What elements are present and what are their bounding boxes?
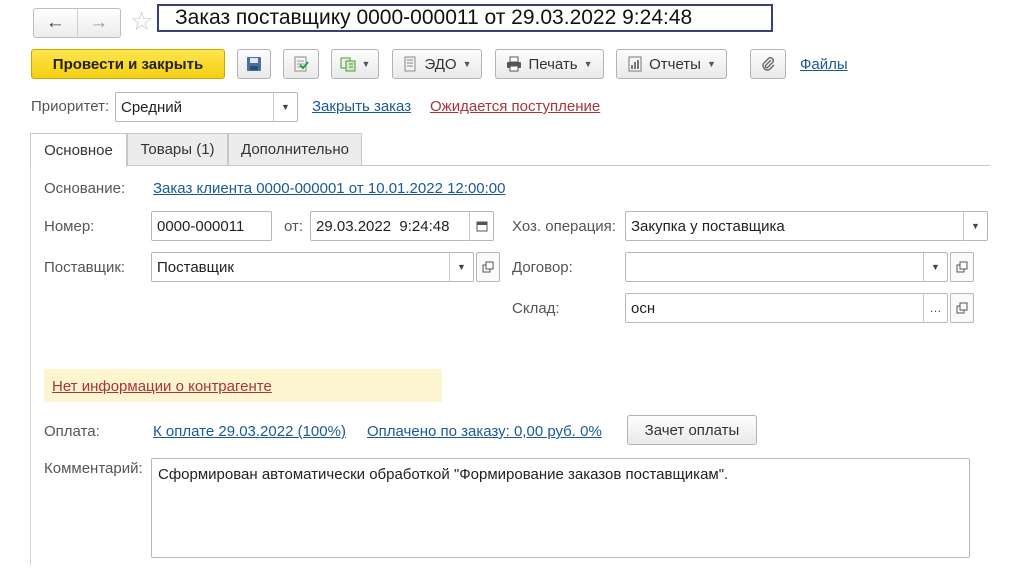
status-link[interactable]: Ожидается поступление (430, 98, 600, 115)
paid-link[interactable]: Оплачено по заказу: 0,00 руб. 0% (367, 423, 602, 440)
supplier-select[interactable]: Поставщик ▼ (151, 252, 474, 282)
warning-banner: Нет информации о контрагенте (44, 369, 442, 402)
warehouse-open-button[interactable] (950, 293, 974, 323)
chevron-down-icon[interactable]: ▼ (963, 211, 987, 241)
star-icon[interactable]: ☆ (130, 6, 153, 36)
print-button[interactable]: Печать ▼ (495, 49, 604, 79)
chevron-down-icon: ▼ (361, 59, 371, 69)
print-label: Печать (528, 55, 578, 73)
no-info-link[interactable]: Нет информации о контрагенте (52, 378, 272, 395)
open-icon (956, 261, 968, 273)
contract-open-button[interactable] (950, 252, 974, 282)
tab-divider (30, 165, 990, 166)
tab-main[interactable]: Основное (30, 133, 127, 167)
post-button[interactable] (283, 49, 319, 79)
basis-label: Основание: (44, 180, 126, 197)
chevron-down-icon[interactable]: ▼ (273, 92, 297, 122)
priority-value: Средний (121, 98, 182, 116)
paperclip-icon (762, 57, 775, 71)
report-icon (628, 56, 642, 72)
edo-label: ЭДО (424, 55, 457, 73)
priority-select[interactable]: Средний ▼ (115, 92, 298, 122)
comment-value: Сформирован автоматически обработкой "Фо… (158, 466, 729, 483)
comment-label: Комментарий: (44, 460, 143, 477)
window-title: Заказ поставщику 0000-000011 от 29.03.20… (157, 4, 773, 32)
number-value: 0000-000011 (157, 217, 245, 235)
number-field[interactable]: 0000-000011 (151, 211, 272, 241)
contract-label: Договор: (512, 259, 573, 276)
post-and-close-button[interactable]: Провести и закрыть (31, 49, 225, 79)
reports-button[interactable]: Отчеты ▼ (616, 49, 727, 79)
arrow-left-icon: ← (45, 12, 65, 33)
offset-payment-button[interactable]: Зачет оплаты (627, 415, 757, 445)
printer-icon (507, 56, 522, 72)
edo-button[interactable]: ЭДО ▼ (392, 49, 482, 79)
post-document-icon (294, 56, 309, 72)
close-order-link[interactable]: Закрыть заказ (312, 98, 411, 115)
payment-label: Оплата: (44, 423, 100, 440)
files-link[interactable]: Файлы (800, 56, 848, 73)
attach-button[interactable] (750, 49, 786, 79)
tab-goods[interactable]: Товары (1) (127, 133, 228, 165)
panel-border (30, 165, 31, 565)
date-value: 29.03.2022 9:24:48 (316, 217, 450, 235)
back-button[interactable]: ← (34, 9, 77, 37)
chevron-down-icon[interactable]: ▼ (923, 252, 947, 282)
tab-additional[interactable]: Дополнительно (228, 133, 362, 165)
chevron-down-icon: ▼ (462, 59, 472, 69)
operation-select[interactable]: Закупка у поставщика ▼ (625, 211, 988, 241)
warehouse-label: Склад: (512, 300, 560, 317)
operation-label: Хоз. операция: (512, 218, 616, 235)
more-icon[interactable]: … (923, 293, 947, 323)
supplier-value: Поставщик (157, 258, 234, 276)
date-field[interactable]: 29.03.2022 9:24:48 (310, 211, 494, 241)
date-from-label: от: (284, 218, 304, 235)
edo-icon (404, 56, 416, 72)
forward-button[interactable]: → (76, 9, 121, 37)
payment-due-link[interactable]: К оплате 29.03.2022 (100%) (153, 423, 346, 440)
priority-label: Приоритет: (31, 98, 110, 115)
supplier-label: Поставщик: (44, 259, 126, 276)
calendar-icon[interactable] (469, 211, 493, 241)
chevron-down-icon: ▼ (583, 59, 593, 69)
open-icon (482, 261, 494, 273)
arrow-right-icon: → (89, 12, 109, 33)
navigation-buttons: ← → (33, 8, 121, 38)
create-based-on-button[interactable]: ▼ (331, 49, 379, 79)
contract-select[interactable]: ▼ (625, 252, 948, 282)
open-icon (956, 302, 968, 314)
basis-link[interactable]: Заказ клиента 0000-000001 от 10.01.2022 … (153, 180, 505, 197)
operation-value: Закупка у поставщика (631, 217, 785, 235)
warehouse-value: осн (631, 299, 656, 317)
save-icon (247, 57, 261, 71)
supplier-open-button[interactable] (476, 252, 500, 282)
create-based-on-icon (340, 57, 356, 72)
reports-label: Отчеты (649, 55, 701, 73)
save-button[interactable] (237, 49, 271, 79)
number-label: Номер: (44, 218, 95, 235)
chevron-down-icon: ▼ (706, 59, 716, 69)
comment-textarea[interactable]: Сформирован автоматически обработкой "Фо… (151, 458, 970, 558)
chevron-down-icon[interactable]: ▼ (449, 252, 473, 282)
warehouse-field[interactable]: осн … (625, 293, 948, 323)
